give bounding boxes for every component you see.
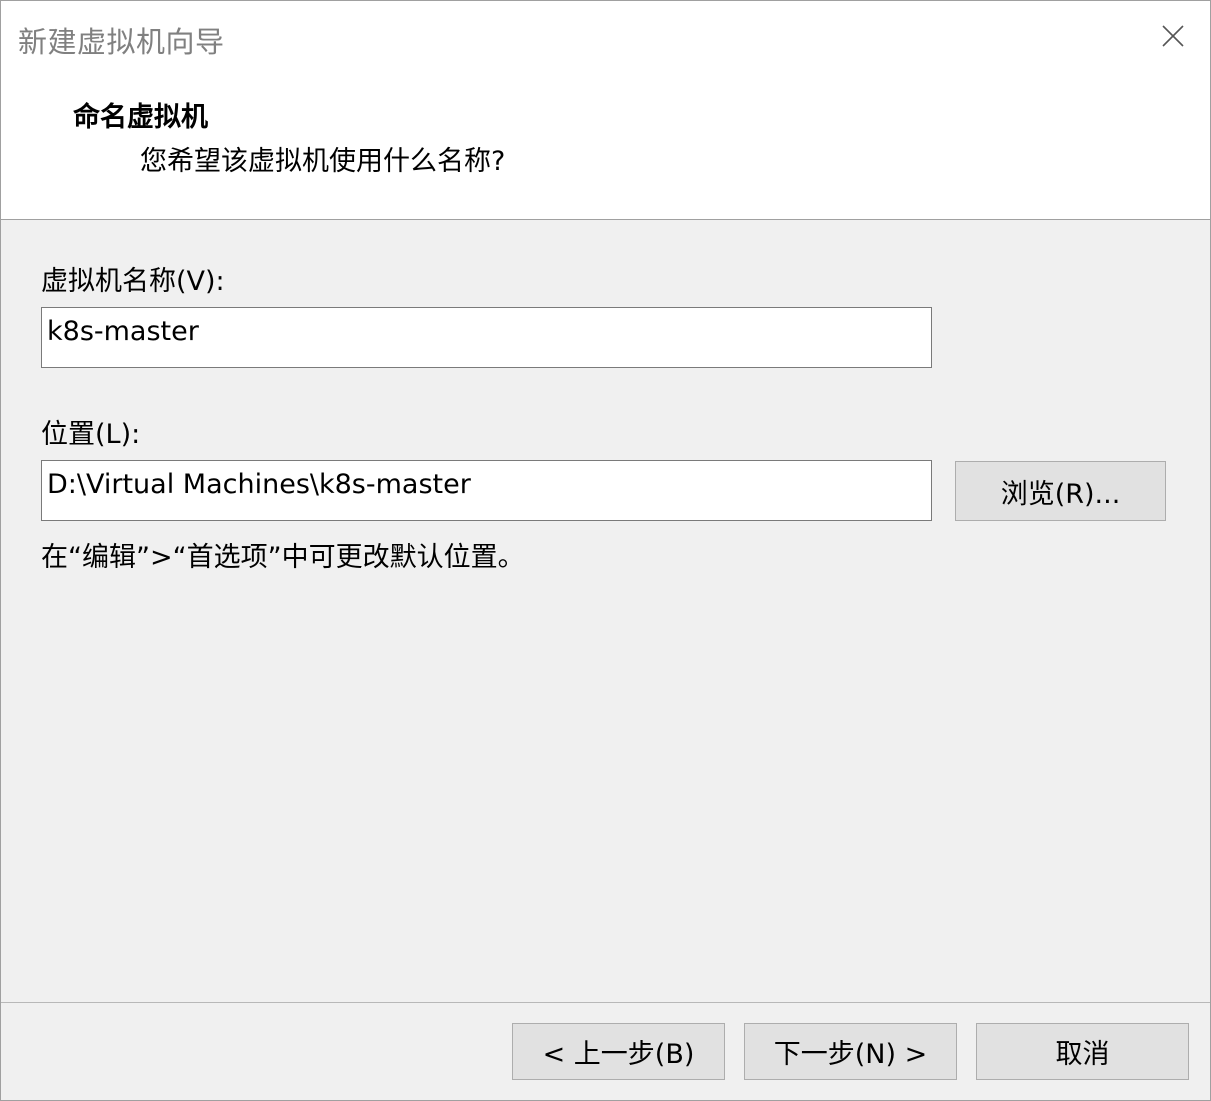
window-title: 新建虚拟机向导 [18,25,225,59]
location-label: 位置(L): [41,419,141,450]
location-hint: 在“编辑”>“首选项”中可更改默认位置。 [41,542,525,573]
page-title: 命名虚拟机 [73,102,208,133]
vm-name-input[interactable]: k8s-master [41,307,932,368]
vm-name-label: 虚拟机名称(V): [41,266,225,297]
footer-divider [1,1002,1210,1003]
title-bar: 新建虚拟机向导 [1,1,1210,75]
cancel-button[interactable]: 取消 [976,1023,1189,1080]
next-button[interactable]: 下一步(N) > [744,1023,957,1080]
location-input[interactable]: D:\Virtual Machines\k8s-master [41,460,932,521]
wizard-header: 命名虚拟机 您希望该虚拟机使用什么名称? [1,75,1210,220]
back-button[interactable]: < 上一步(B) [512,1023,725,1080]
close-button[interactable] [1156,19,1190,53]
close-icon [1162,25,1184,47]
new-vm-wizard-window: 新建虚拟机向导 命名虚拟机 您希望该虚拟机使用什么名称? 虚拟机名称(V): k… [0,0,1211,1101]
page-subtitle: 您希望该虚拟机使用什么名称? [140,146,506,177]
browse-button[interactable]: 浏览(R)... [955,461,1166,521]
